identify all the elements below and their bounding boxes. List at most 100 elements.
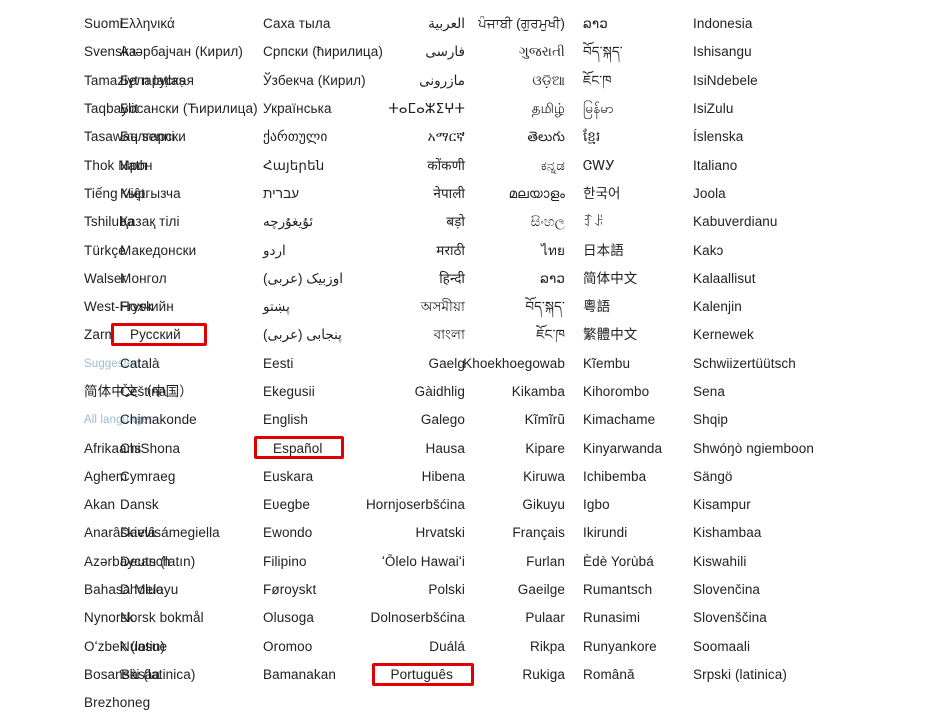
language-option[interactable]: ཇོང་ཁ	[536, 321, 565, 349]
language-option[interactable]: Македонски	[120, 236, 263, 264]
language-option[interactable]: Sena	[693, 378, 798, 406]
language-option[interactable]: Català	[120, 350, 263, 378]
language-option[interactable]: Pulaar	[525, 604, 565, 632]
language-option[interactable]: Kisampur	[693, 491, 798, 519]
language-option[interactable]: Sängö	[693, 463, 798, 491]
language-option[interactable]: Aghem	[84, 463, 127, 491]
language-option[interactable]: ʻŌlelo Hawaiʻi	[382, 548, 465, 576]
language-option-highlighted[interactable]: Español	[254, 434, 355, 462]
language-option[interactable]: မြန်မာ	[583, 95, 693, 123]
language-option[interactable]: አማርኛ	[428, 123, 465, 151]
language-option[interactable]: Nuasue	[120, 633, 263, 661]
language-option[interactable]: עברית	[263, 180, 355, 208]
language-option[interactable]: සිංහල	[531, 208, 565, 236]
language-option[interactable]: IsiNdebele	[693, 67, 798, 95]
language-option[interactable]: ⵜⴰⵎⴰⵣⵉⵖⵜ	[388, 95, 465, 123]
language-option[interactable]: 한국어	[583, 180, 693, 208]
language-option[interactable]: 简体中文	[583, 265, 693, 293]
language-option[interactable]: Հայերեն	[263, 151, 355, 179]
language-option[interactable]: ChiShona	[120, 434, 263, 462]
language-option[interactable]: Ekegusii	[263, 378, 355, 406]
language-option[interactable]: Tasawaq senni	[84, 123, 175, 151]
language-option[interactable]: தமிழ்	[532, 95, 565, 123]
language-option[interactable]: Bamanakan	[263, 661, 355, 689]
language-option[interactable]: Français	[512, 519, 565, 547]
language-option[interactable]: తెలుగు	[527, 123, 565, 151]
language-option[interactable]: العربية	[428, 10, 465, 38]
language-option[interactable]: Slovenčina	[693, 576, 798, 604]
language-option[interactable]: Thok Nath	[84, 151, 147, 179]
language-option[interactable]: Shwóŋò ngiemboon	[693, 434, 814, 462]
language-option[interactable]: Кыргызча	[120, 180, 263, 208]
language-option[interactable]: Bahasa Melayu	[84, 576, 178, 604]
language-option[interactable]: Монгол	[120, 265, 263, 293]
language-option[interactable]: অসমীয়া	[421, 293, 465, 321]
language-option[interactable]: Gikuyu	[522, 491, 565, 519]
language-option[interactable]: Chimakonde	[120, 406, 263, 434]
language-option[interactable]: Norsk bokmål	[120, 604, 263, 632]
language-option[interactable]: 粵語	[583, 293, 693, 321]
language-option[interactable]: اردو	[263, 236, 355, 264]
language-option[interactable]: Oromoo	[263, 633, 355, 661]
language-option[interactable]: नेपाली	[433, 180, 465, 208]
language-option[interactable]: Kiswahili	[693, 548, 798, 576]
language-option[interactable]: Kiruwa	[523, 463, 565, 491]
language-option[interactable]: Kakɔ	[693, 236, 798, 264]
language-option-highlighted[interactable]: Русский	[111, 321, 263, 349]
language-option[interactable]: ئۇيغۇرچە	[263, 208, 355, 236]
language-option[interactable]: Čeština	[120, 378, 263, 406]
language-option[interactable]: Rukiga	[522, 661, 565, 689]
language-option[interactable]: Soomaali	[693, 633, 798, 661]
language-option[interactable]: Ewondo	[263, 519, 355, 547]
language-option[interactable]: Duálá	[429, 633, 465, 661]
language-option[interactable]: Kihorombo	[583, 378, 693, 406]
language-option[interactable]: 日本語	[583, 236, 693, 264]
language-option[interactable]: Anarâškielâ	[84, 519, 156, 547]
language-option[interactable]: فارسی	[425, 38, 465, 66]
language-option[interactable]: Kikamba	[512, 378, 565, 406]
language-option-highlighted[interactable]: Português	[371, 661, 475, 689]
language-option[interactable]: Èdè Yorùbá	[583, 548, 693, 576]
language-option[interactable]: Føroyskt	[263, 576, 355, 604]
language-option[interactable]: ខ្មែរ	[583, 123, 693, 151]
language-option[interactable]: Bosanski (latinica)	[84, 661, 195, 689]
language-option[interactable]: Kinyarwanda	[583, 434, 693, 462]
language-option[interactable]: Dolnoserbšćina	[371, 604, 465, 632]
language-option[interactable]: Kalaallisut	[693, 265, 798, 293]
language-option[interactable]: Български	[120, 123, 263, 151]
language-option[interactable]: English	[263, 406, 355, 434]
language-option[interactable]: Polski	[428, 576, 465, 604]
language-option[interactable]: Ўзбекча (Кирил)	[263, 67, 366, 95]
language-option[interactable]: Olusoga	[263, 604, 355, 632]
language-option[interactable]: ਪੰਜਾਬੀ (ਗੁਰਮੁਖੀ)	[478, 10, 565, 38]
language-option[interactable]: Ikirundi	[583, 519, 693, 547]
language-option[interactable]: ગુજરાતી	[519, 38, 565, 66]
language-option[interactable]: 简体中文（中国）	[84, 378, 193, 406]
language-option[interactable]: Azərbaycan (latın)	[84, 548, 195, 576]
language-option[interactable]: Беларуская	[120, 67, 263, 95]
language-option[interactable]: ქართული	[263, 123, 355, 151]
language-option[interactable]: मराठी	[436, 236, 465, 264]
language-option[interactable]: Euskara	[263, 463, 355, 491]
language-option[interactable]: Tshiluba	[84, 208, 134, 236]
language-option[interactable]: Filipino	[263, 548, 355, 576]
language-option[interactable]: 繁體中文	[583, 321, 693, 349]
language-option[interactable]: Taqbaylit	[84, 95, 138, 123]
language-option[interactable]: Gaelg	[428, 350, 465, 378]
language-option[interactable]: Walser	[84, 265, 126, 293]
language-option[interactable]: اوزبیک (عربی)	[263, 265, 355, 293]
language-option[interactable]: Kimachame	[583, 406, 693, 434]
language-option[interactable]: Kishambaa	[693, 519, 798, 547]
language-option[interactable]: Svenska	[84, 38, 136, 66]
language-option[interactable]: Oʻzbek (lotin)	[84, 633, 165, 661]
language-option[interactable]: বাংলা	[434, 321, 465, 349]
language-option[interactable]: ଓଡ଼ିଆ	[532, 67, 565, 95]
language-option[interactable]: Kabuverdianu	[693, 208, 798, 236]
language-option[interactable]: Khoekhoegowab	[463, 350, 565, 378]
language-option[interactable]: മലയാളം	[509, 180, 565, 208]
language-option[interactable]: Hibena	[422, 463, 465, 491]
language-option[interactable]: Italiano	[693, 151, 798, 179]
language-option[interactable]: Kĩembu	[583, 350, 693, 378]
language-option[interactable]: Українська	[263, 95, 355, 123]
language-option[interactable]: Hausa	[425, 434, 465, 462]
